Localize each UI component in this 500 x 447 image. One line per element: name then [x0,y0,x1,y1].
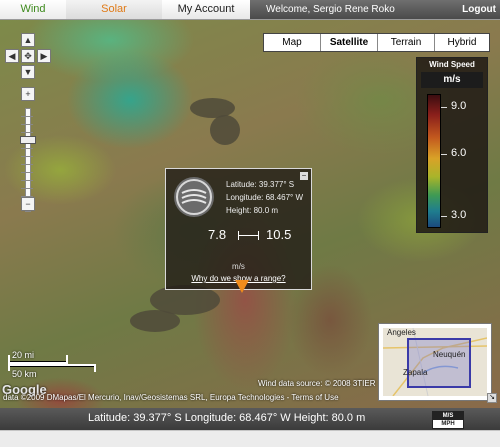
unit-mph-option[interactable]: MPH [433,420,463,428]
scale-bar-km [8,364,96,367]
scale-tick [8,355,10,371]
scale-tick [94,364,96,372]
close-icon[interactable]: − [300,172,308,180]
pan-center-button[interactable]: ✥ [21,49,35,63]
top-nav-bar: Wind Solar My Account Welcome, Sergio Re… [0,0,500,20]
overview-city-angeles: Angeles [387,328,416,337]
zoom-tick [21,148,33,149]
range-unit: m/s [232,262,245,271]
legend-tick [441,216,447,217]
legend-title: Wind Speed [429,60,475,69]
wind-speed-legend: Wind Speed m/s 9.0 6.0 3.0 [416,57,488,233]
user-bar: Welcome, Sergio Rene Roko Logout [250,0,500,19]
zoom-slider-handle[interactable] [20,136,36,144]
location-marker-icon[interactable] [235,280,249,293]
wind-data-source: Wind data source: © 2008 3TIER [258,379,376,388]
location-info-popup: − Latitude: 39.377° S Longitude: 68.467°… [165,168,312,290]
zoom-tick [21,124,33,125]
unit-ms-option[interactable]: M/S [433,412,463,420]
scale-km: 50 km [12,369,37,379]
zoom-tick [21,116,33,117]
legend-tick [441,154,447,155]
legend-label-min: 3.0 [451,209,467,221]
popup-longitude: Longitude: 68.467° W [226,193,304,202]
zoom-tick [21,172,33,173]
map-type-selector: Map Satellite Terrain Hybrid [263,33,490,52]
range-min-value: 7.8 [208,227,227,242]
pan-right-button[interactable]: ▶ [37,49,51,63]
copyright-text[interactable]: data ©2009 DMapas/El Mercurio, Inav/Geos… [3,393,339,402]
zoom-tick [21,156,33,157]
legend-tick [441,107,447,108]
zoom-in-button[interactable]: + [21,87,35,101]
pan-down-button[interactable]: ▼ [21,65,35,79]
overview-map-view[interactable]: Angeles Neuquén Zapala [383,328,487,396]
tab-solar[interactable]: Solar [66,0,163,19]
welcome-message: Welcome, Sergio Rene Roko [266,4,395,15]
zoom-tick [21,132,33,133]
legend-label-mid: 6.0 [451,147,467,159]
legend-label-max: 9.0 [451,100,467,112]
zoom-tick [21,180,33,181]
popup-height: Height: 80.0 m [226,206,279,215]
wind-logo-icon [174,177,214,217]
range-bar [238,235,258,236]
status-bar: Latitude: 39.377° S Longitude: 68.467° W… [0,408,500,430]
logout-link[interactable]: Logout [462,0,496,19]
zoom-tick [21,188,33,189]
zoom-out-button[interactable]: − [21,197,35,211]
map-type-hybrid-button[interactable]: Hybrid [435,34,489,51]
overview-toggle-icon[interactable]: ↘ [487,393,497,403]
range-bar [258,231,259,240]
map-type-map-button[interactable]: Map [264,34,321,51]
wind-speed-range: 7.8 10.5 [166,227,311,249]
range-max-value: 10.5 [266,227,292,242]
overview-viewport[interactable] [407,338,471,388]
lake-shape [210,115,240,145]
scale-miles: 20 mi [12,350,35,360]
tab-my-account[interactable]: My Account [162,0,251,19]
overview-map[interactable]: Angeles Neuquén Zapala ↘ [378,323,497,403]
tab-wind[interactable]: Wind [0,0,67,19]
unit-toggle-button[interactable]: M/S MPH [432,411,464,429]
zoom-tick [21,164,33,165]
map-canvas[interactable]: ▲ ◀ ✥ ▶ ▼ + − Map Satellite Terrain Hybr… [0,20,500,408]
pan-left-button[interactable]: ◀ [5,49,19,63]
overview-city-zapala: Zapala [403,368,428,377]
map-type-terrain-button[interactable]: Terrain [378,34,435,51]
status-coordinates: Latitude: 39.377° S Longitude: 68.467° W… [88,412,366,424]
overview-city-neuquen: Neuquén [433,350,466,359]
pan-up-button[interactable]: ▲ [21,33,35,47]
popup-latitude: Latitude: 39.377° S [226,180,295,189]
legend-unit: m/s [421,72,483,88]
page-footer [0,430,500,447]
legend-color-bar [427,94,441,228]
scale-tick [66,355,68,363]
lake-shape [130,310,180,332]
map-type-satellite-button[interactable]: Satellite [321,34,378,51]
